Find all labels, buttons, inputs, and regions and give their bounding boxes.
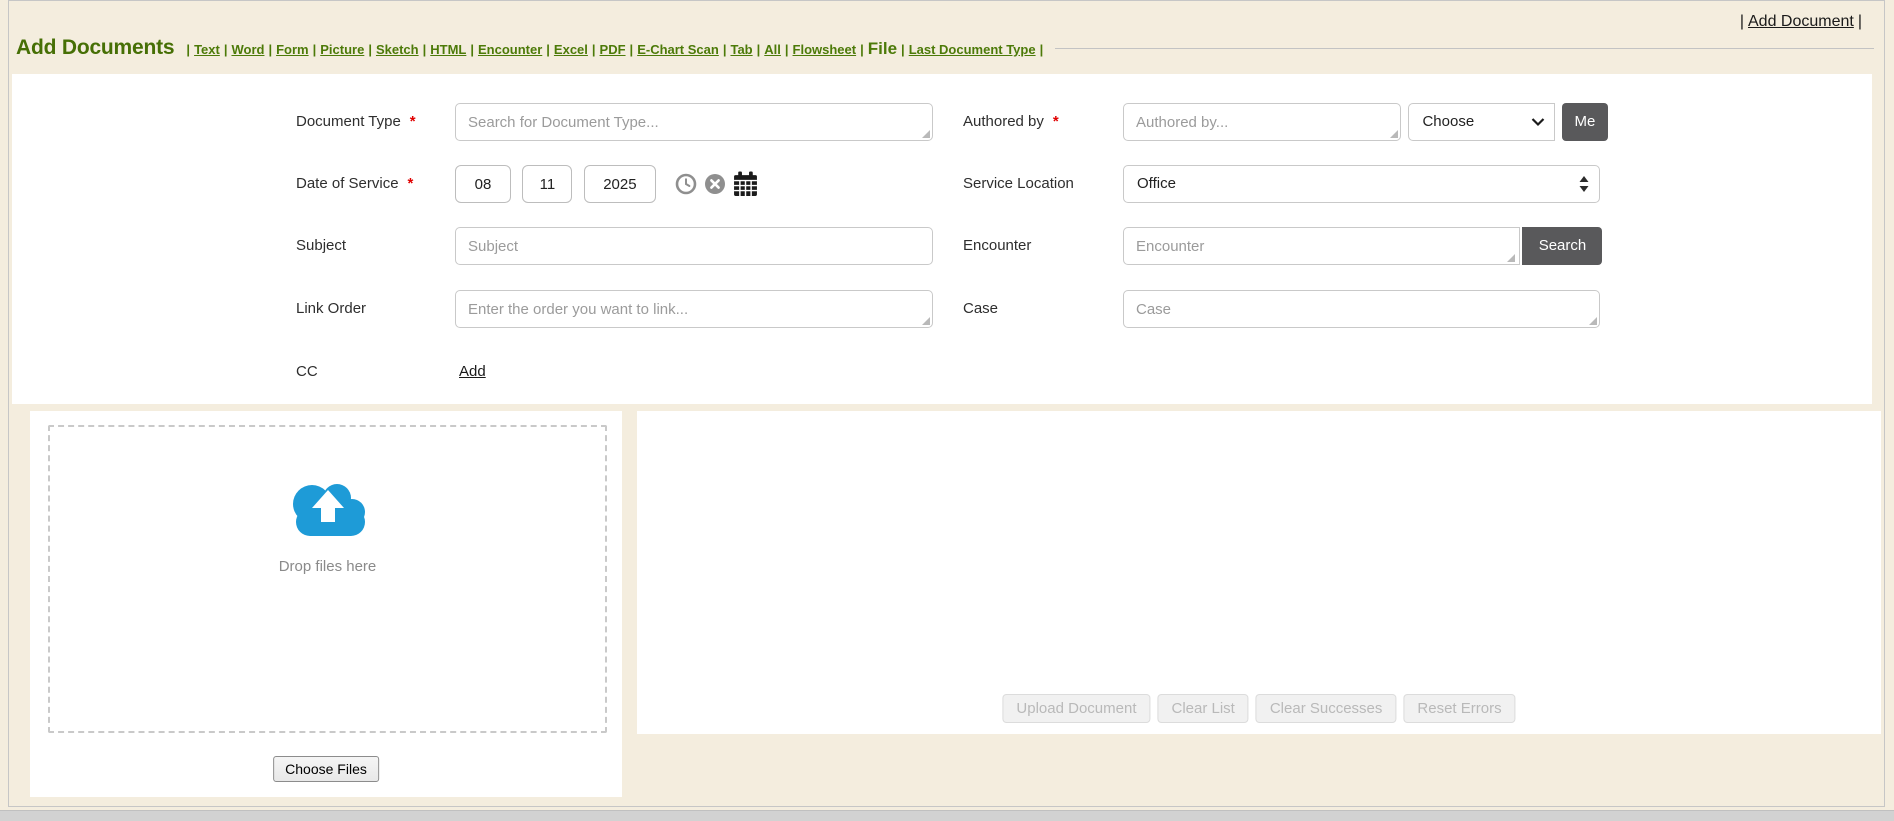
nav-link-word[interactable]: Word: [231, 42, 264, 57]
clock-icon[interactable]: [675, 173, 697, 195]
search-button[interactable]: Search: [1522, 227, 1602, 265]
required-asterisk: *: [1053, 113, 1059, 130]
me-button[interactable]: Me: [1562, 103, 1608, 141]
date-day-input[interactable]: [522, 165, 572, 203]
top-right-bar: |Add Document|: [1736, 13, 1866, 31]
header: Add Documents |Text|Word|Form|Picture|Sk…: [16, 36, 1874, 60]
nav-link-last-document-type[interactable]: Last Document Type: [909, 42, 1036, 57]
required-asterisk: *: [410, 113, 416, 130]
form-panel: Document Type* Authored by* Choose Me Da…: [12, 74, 1872, 404]
nav-separator: |: [785, 42, 789, 57]
calendar-icon[interactable]: [733, 171, 758, 197]
page-title: Add Documents: [16, 36, 174, 60]
nav-separator: |: [186, 42, 190, 57]
form-row: CC Add: [12, 362, 1872, 382]
form-row: Subject Encounter Search: [12, 227, 1872, 265]
nav-separator: |: [592, 42, 596, 57]
encounter-input[interactable]: [1123, 227, 1520, 265]
cloud-upload-icon: [282, 479, 374, 546]
nav-link-pdf[interactable]: PDF: [600, 42, 626, 57]
nav-link-tab[interactable]: Tab: [730, 42, 752, 57]
dropzone-text: Drop files here: [279, 558, 377, 575]
clear-date-icon[interactable]: [704, 173, 726, 195]
service-location-select[interactable]: Office: [1123, 165, 1600, 203]
clear-list-button[interactable]: Clear List: [1157, 694, 1248, 723]
subject-input[interactable]: [455, 227, 933, 265]
nav-separator: |: [470, 42, 474, 57]
up-down-arrows-icon: [1578, 175, 1590, 193]
authored-by-label: Authored by*: [963, 103, 1059, 141]
encounter-label: Encounter: [963, 227, 1031, 265]
nav-separator: |: [268, 42, 272, 57]
choose-select-value: Choose: [1422, 113, 1474, 130]
nav-link-file[interactable]: File: [868, 39, 897, 58]
nav-separator: |: [757, 42, 761, 57]
nav-link-e-chart-scan[interactable]: E-Chart Scan: [637, 42, 719, 57]
nav-separator: |: [224, 42, 228, 57]
nav-separator: |: [1040, 42, 1044, 57]
authored-by-input[interactable]: [1123, 103, 1401, 141]
doc-type-nav: |Text|Word|Form|Picture|Sketch|HTML|Enco…: [182, 39, 1047, 59]
document-type-input[interactable]: [455, 103, 933, 141]
nav-separator: |: [423, 42, 427, 57]
upload-document-button[interactable]: Upload Document: [1002, 694, 1150, 723]
date-year-input[interactable]: [584, 165, 656, 203]
chevron-down-icon: [1531, 118, 1545, 127]
required-asterisk: *: [408, 175, 414, 192]
document-type-label: Document Type*: [296, 103, 416, 141]
nav-link-sketch[interactable]: Sketch: [376, 42, 419, 57]
case-label: Case: [963, 290, 998, 328]
separator: |: [1858, 13, 1862, 30]
form-row: Date of Service*: [12, 165, 1872, 203]
authored-by-choose-select[interactable]: Choose: [1408, 103, 1555, 141]
nav-separator: |: [546, 42, 550, 57]
upload-panel: Drop files here Choose Files: [30, 411, 622, 797]
reset-errors-button[interactable]: Reset Errors: [1403, 694, 1515, 723]
date-month-input[interactable]: [455, 165, 511, 203]
nav-link-text[interactable]: Text: [194, 42, 220, 57]
subject-label: Subject: [296, 227, 346, 265]
nav-link-html[interactable]: HTML: [430, 42, 466, 57]
cc-add-link[interactable]: Add: [459, 363, 486, 380]
form-row: Document Type* Authored by* Choose Me: [12, 103, 1872, 141]
horizontal-scrollbar[interactable]: [0, 810, 1894, 821]
nav-separator: |: [368, 42, 372, 57]
nav-link-form[interactable]: Form: [276, 42, 309, 57]
cc-label: CC: [296, 362, 318, 382]
nav-separator: |: [630, 42, 634, 57]
link-order-input[interactable]: [455, 290, 933, 328]
nav-separator: |: [723, 42, 727, 57]
case-input[interactable]: [1123, 290, 1600, 328]
header-divider: [1055, 48, 1874, 49]
service-location-label: Service Location: [963, 165, 1074, 203]
clear-successes-button[interactable]: Clear Successes: [1256, 694, 1397, 723]
nav-link-excel[interactable]: Excel: [554, 42, 588, 57]
add-document-link[interactable]: Add Document: [1748, 13, 1854, 30]
dropzone[interactable]: Drop files here: [48, 425, 607, 733]
form-row: Link Order Case: [12, 290, 1872, 328]
date-of-service-label: Date of Service*: [296, 165, 413, 203]
file-list-panel: Upload Document Clear List Clear Success…: [637, 411, 1881, 734]
upload-actions: Upload Document Clear List Clear Success…: [1002, 694, 1515, 723]
choose-files-button[interactable]: Choose Files: [273, 756, 379, 782]
nav-link-picture[interactable]: Picture: [320, 42, 364, 57]
nav-separator: |: [860, 42, 864, 57]
nav-link-flowsheet[interactable]: Flowsheet: [793, 42, 857, 57]
nav-link-all[interactable]: All: [764, 42, 781, 57]
separator: |: [1740, 13, 1744, 30]
nav-separator: |: [901, 42, 905, 57]
nav-link-encounter[interactable]: Encounter: [478, 42, 542, 57]
nav-separator: |: [313, 42, 317, 57]
link-order-label: Link Order: [296, 290, 366, 328]
service-location-value: Office: [1137, 175, 1176, 192]
